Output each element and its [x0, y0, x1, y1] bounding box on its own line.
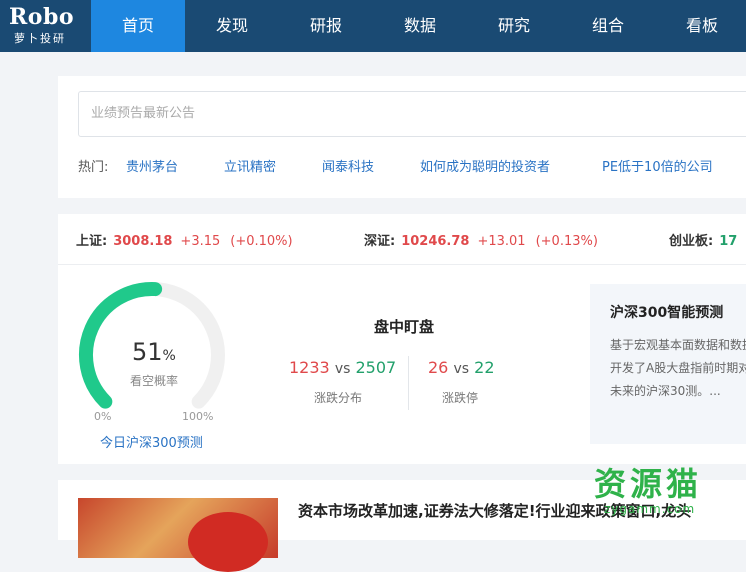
index-name: 上证:	[76, 234, 108, 249]
index-shanghai[interactable]: 上证: 3008.18 +3.15 (+0.10%)	[76, 230, 293, 249]
search-box[interactable]	[78, 91, 746, 137]
hot-link-smart-investor[interactable]: 如何成为聪明的投资者	[420, 156, 550, 175]
vs-text: vs	[334, 361, 351, 377]
hot-link-moutai[interactable]: 贵州茅台	[126, 156, 178, 175]
nav-item-portfolio[interactable]: 组合	[561, 0, 655, 52]
limit-up-count: 26	[428, 358, 449, 377]
csi300-predict-panel[interactable]: 沪深300智能预测 基于宏观基本面数据和数据开发了A股大盘指前时期对未来的沪深3…	[590, 284, 746, 444]
updown-label: 涨跌分布	[314, 391, 363, 405]
watch-title: 盘中盯盘	[374, 318, 435, 336]
market-card: 上证: 3008.18 +3.15 (+0.10%) 深证: 10246.78 +13.0…	[58, 214, 746, 464]
index-value: 17	[719, 234, 738, 249]
hot-link-low-pe[interactable]: PE低于10倍的公司	[602, 156, 713, 175]
limit-label: 涨跌停	[442, 391, 479, 405]
index-chinext[interactable]: 创业板: 17	[669, 230, 737, 249]
logo-text: Robo	[9, 4, 75, 30]
index-value: 3008.18	[113, 234, 173, 249]
hot-link-wingtech[interactable]: 闻泰科技	[322, 156, 374, 175]
predict-title: 沪深300智能预测	[610, 305, 724, 321]
gauge-max-label: 100%	[182, 410, 214, 423]
nav-item-reports[interactable]: 研报	[279, 0, 373, 52]
index-value: 10246.78	[401, 234, 470, 249]
nav-item-home[interactable]: 首页	[91, 0, 185, 52]
nav-item-data[interactable]: 数据	[373, 0, 467, 52]
vs-text: vs	[453, 361, 470, 377]
predict-text: 基于宏观基本面数据和数据开发了A股大盘指前时期对未来的沪深30测。...	[610, 338, 746, 398]
index-change: +3.15	[180, 234, 221, 249]
csi300-forecast-link[interactable]: 今日沪深300预测	[100, 432, 203, 451]
gauge-value: 51%	[132, 338, 176, 366]
hot-link-luxshare[interactable]: 立讯精密	[224, 156, 276, 175]
index-row: 上证: 3008.18 +3.15 (+0.10%) 深证: 10246.78 +13.0…	[58, 214, 746, 265]
watermark-text: 资源猫	[594, 465, 703, 503]
nav-item-discover[interactable]: 发现	[185, 0, 279, 52]
search-input[interactable]	[89, 105, 695, 122]
stat-divider	[408, 356, 409, 410]
logo[interactable]: Robo 萝卜投研	[0, 0, 90, 52]
down-count: 2507	[355, 358, 397, 377]
index-name: 深证:	[364, 234, 396, 249]
index-shenzhen[interactable]: 深证: 10246.78 +13.01 (+0.13%)	[364, 230, 598, 249]
index-pct: (+0.10%)	[230, 234, 293, 249]
logo-subtitle: 萝卜投研	[14, 32, 66, 45]
nav-item-research[interactable]: 研究	[467, 0, 561, 52]
bearish-gauge[interactable]: 51% 看空概率 0% 100%	[72, 280, 232, 430]
top-nav: Robo 萝卜投研 首页 发现 研报 数据 研究 组合 看板	[0, 0, 746, 52]
limit-down-count: 22	[474, 358, 495, 377]
index-pct: (+0.13%)	[535, 234, 598, 249]
gauge-label: 看空概率	[130, 374, 179, 388]
index-name: 创业板:	[669, 234, 714, 249]
news-thumbnail[interactable]	[78, 498, 278, 572]
gauge-min-label: 0%	[94, 410, 112, 423]
hot-label: 热门:	[78, 160, 109, 175]
watermark: 资源猫 zygamm.com	[594, 466, 702, 516]
search-card: 热门: 贵州茅台 立讯精密 闻泰科技 如何成为聪明的投资者 PE低于10倍的公司	[58, 76, 746, 198]
updown-stat[interactable]: 1233 vs 2507	[289, 358, 396, 377]
index-change: +13.01	[477, 234, 526, 249]
up-count: 1233	[289, 358, 330, 377]
watermark-url: zygamm.com	[604, 502, 696, 516]
limit-stat[interactable]: 26 vs 22	[428, 358, 495, 377]
nav-item-dashboard[interactable]: 看板	[655, 0, 746, 52]
